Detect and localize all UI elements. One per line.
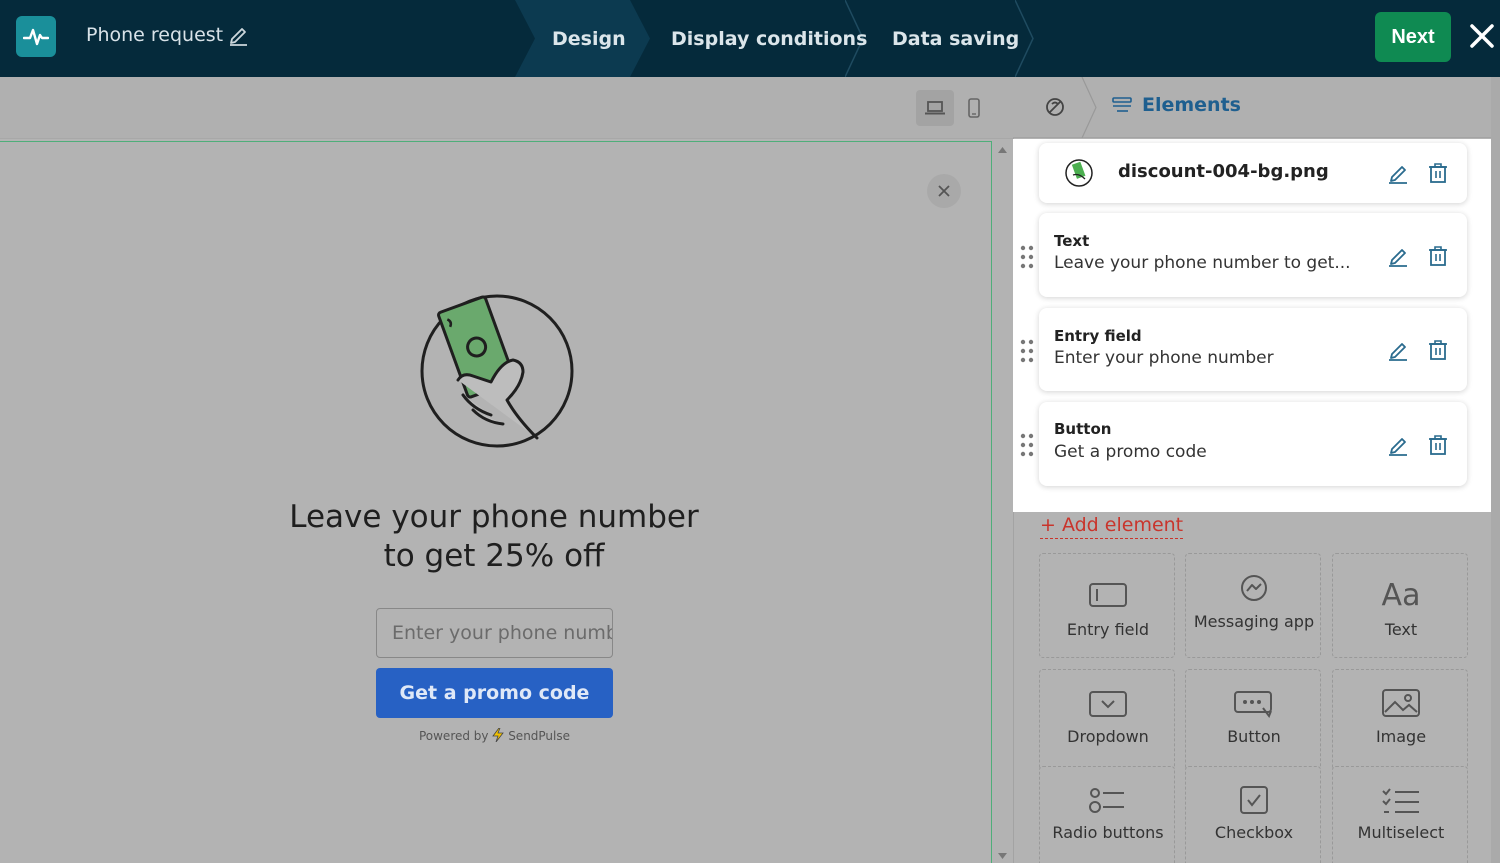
edit-title-icon[interactable] — [228, 24, 248, 46]
edit-icon[interactable] — [1387, 162, 1409, 184]
lightning-icon — [492, 727, 505, 745]
tile-checkbox[interactable]: Checkbox — [1185, 766, 1321, 863]
breadcrumb-separator — [1081, 77, 1097, 138]
money-hand-illustration-icon — [420, 294, 574, 448]
campaign-title: Phone request — [86, 24, 224, 46]
edit-icon[interactable] — [1387, 434, 1409, 456]
tile-multiselect[interactable]: Multiselect — [1332, 766, 1468, 863]
element-card-entry-field[interactable]: Entry field Enter your phone number — [1039, 308, 1467, 391]
drag-handle-icon[interactable] — [1020, 339, 1034, 363]
messaging-app-icon — [1186, 574, 1322, 604]
tile-image[interactable]: Image — [1332, 669, 1468, 774]
tile-entry-field[interactable]: Entry field — [1039, 553, 1175, 658]
image-filename: discount-004-bg.png — [1118, 161, 1329, 182]
close-icon[interactable] — [1468, 22, 1496, 50]
tile-radio-buttons[interactable]: Radio buttons — [1039, 766, 1175, 863]
tile-label: Button — [1227, 727, 1281, 746]
drag-handle-icon[interactable] — [1020, 433, 1034, 457]
element-type-label: Text — [1054, 232, 1090, 250]
trash-icon[interactable] — [1427, 434, 1449, 456]
canvas-toolbar — [0, 77, 1013, 139]
add-element-link[interactable]: + Add element — [1040, 514, 1184, 539]
brand-name: SendPulse — [508, 729, 571, 743]
tile-label: Messaging app — [1193, 612, 1315, 631]
button-icon — [1186, 690, 1322, 720]
canvas-scrollbar[interactable] — [993, 141, 1012, 863]
phone-input-placeholder: Enter your phone number — [392, 622, 613, 644]
checkbox-icon — [1186, 785, 1322, 815]
get-promo-code-button[interactable]: Get a promo code — [376, 668, 613, 718]
element-type-label: Entry field — [1054, 327, 1142, 345]
element-value: Get a promo code — [1054, 442, 1207, 462]
drag-handle-icon[interactable] — [1020, 245, 1034, 269]
tab-design[interactable]: Design — [552, 0, 626, 77]
element-value: Leave your phone number to get... — [1054, 253, 1351, 273]
tile-dropdown[interactable]: Dropdown — [1039, 669, 1175, 774]
tile-text[interactable]: Aa Text — [1332, 553, 1468, 658]
tile-button[interactable]: Button — [1185, 669, 1321, 774]
headline-line-1: Leave your phone number — [289, 499, 699, 535]
panel-title: Elements — [1142, 94, 1241, 116]
image-icon — [1333, 688, 1469, 718]
edit-icon[interactable] — [1387, 245, 1409, 267]
app-logo-icon[interactable] — [16, 16, 56, 57]
popup-close-icon[interactable] — [927, 174, 961, 208]
tile-label: Checkbox — [1214, 823, 1294, 842]
edit-icon[interactable] — [1387, 339, 1409, 361]
tile-label: Radio buttons — [1052, 823, 1164, 842]
powered-by-text: Powered by — [418, 729, 489, 743]
element-card-button[interactable]: Button Get a promo code — [1039, 402, 1467, 486]
tile-label: Dropdown — [1067, 727, 1149, 746]
powered-by: Powered by SendPulse — [376, 727, 613, 745]
trash-icon[interactable] — [1427, 162, 1449, 184]
entry-field-icon — [1040, 582, 1176, 608]
popup-headline: Leave your phone number to get 25% off — [246, 498, 742, 576]
tab-display-conditions[interactable]: Display conditions — [671, 0, 867, 77]
tile-label: Image — [1375, 727, 1427, 746]
elements-list-icon — [1112, 96, 1132, 116]
desktop-view-icon[interactable] — [916, 90, 954, 126]
text-icon: Aa — [1381, 578, 1421, 613]
headline-line-2: to get 25% off — [383, 538, 605, 574]
tile-messaging-app[interactable]: Messaging app — [1185, 553, 1321, 658]
tile-label: Entry field — [1066, 620, 1150, 639]
next-button[interactable]: Next — [1375, 12, 1451, 62]
radio-buttons-icon — [1040, 785, 1176, 815]
element-card-text[interactable]: Text Leave your phone number to get... — [1039, 213, 1467, 297]
tile-label: Text — [1384, 620, 1418, 639]
image-thumbnail-icon — [1063, 157, 1095, 189]
trash-icon[interactable] — [1427, 245, 1449, 267]
mobile-view-icon[interactable] — [955, 90, 993, 126]
tab-data-saving[interactable]: Data saving — [892, 0, 1019, 77]
tile-label: Multiselect — [1357, 823, 1445, 842]
element-value: Enter your phone number — [1054, 348, 1274, 368]
panel-scrollbar[interactable] — [1491, 77, 1500, 863]
element-card-image[interactable]: discount-004-bg.png — [1039, 143, 1467, 203]
theme-settings-icon[interactable] — [1043, 95, 1067, 119]
phone-input[interactable]: Enter your phone number — [376, 608, 613, 658]
dropdown-icon — [1040, 690, 1176, 718]
trash-icon[interactable] — [1427, 339, 1449, 361]
multiselect-icon — [1333, 787, 1469, 815]
element-type-label: Button — [1054, 420, 1112, 438]
